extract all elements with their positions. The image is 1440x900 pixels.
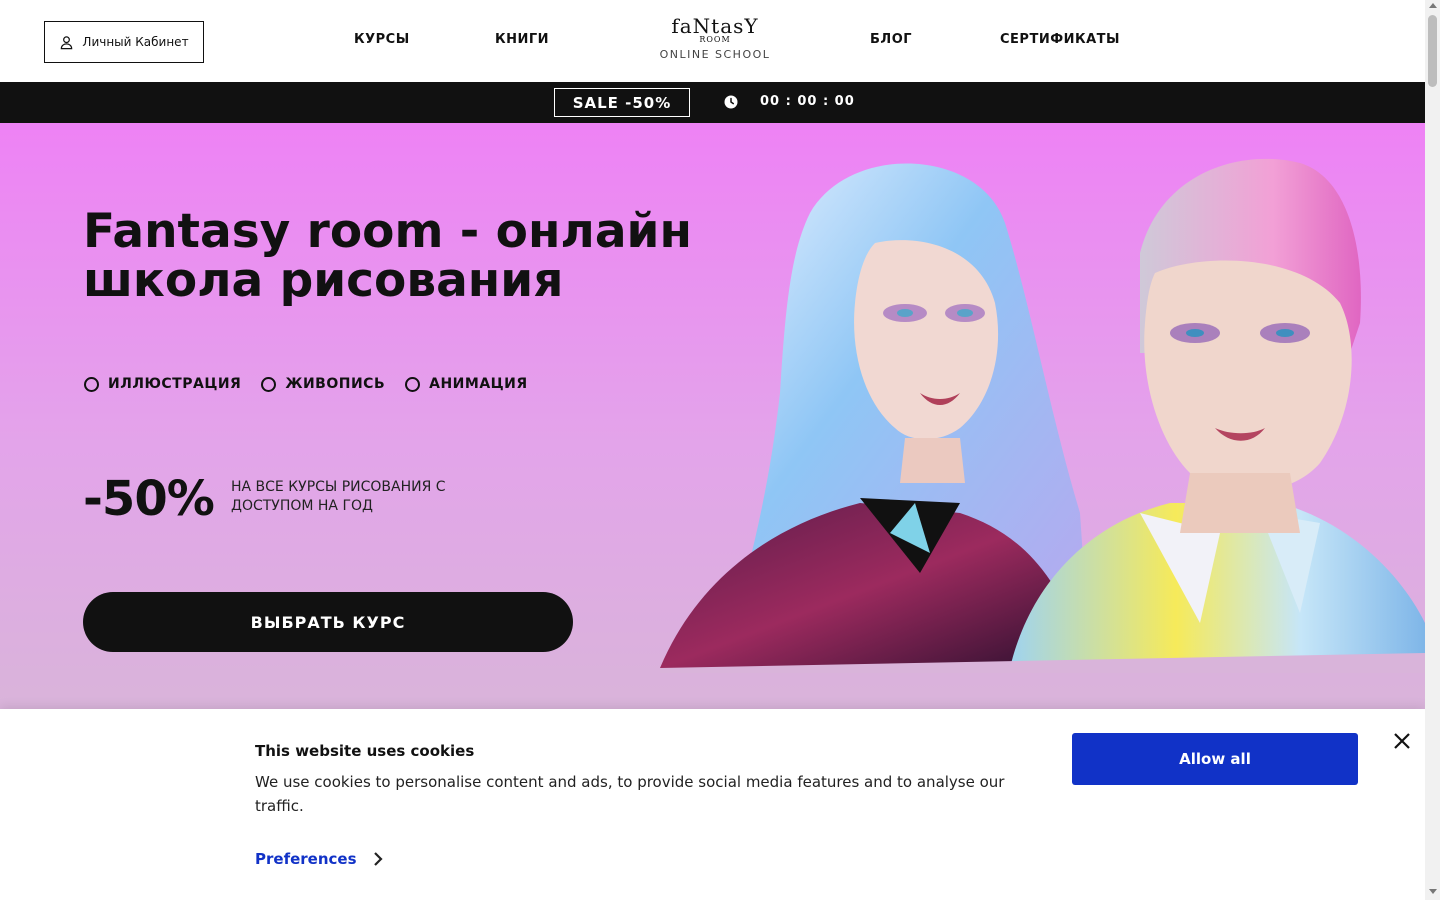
tag-painting[interactable]: ЖИВОПИСЬ <box>261 376 385 392</box>
discount-value: -50% <box>83 471 215 527</box>
tag-label: ИЛЛЮСТРАЦИЯ <box>108 376 242 392</box>
close-icon[interactable] <box>1392 731 1412 751</box>
tag-illustration[interactable]: ИЛЛЮСТРАЦИЯ <box>84 376 241 392</box>
site-header: Личный Кабинет КУРСЫ КНИГИ faNtasY ROOM … <box>0 0 1425 82</box>
nav-blog[interactable]: БЛОГ <box>870 32 912 47</box>
allow-all-button[interactable]: Allow all <box>1072 733 1358 785</box>
radio-circle-icon <box>261 376 277 392</box>
category-tags: ИЛЛЮСТРАЦИЯ ЖИВОПИСЬ АНИМАЦИЯ <box>84 376 528 392</box>
tag-animation[interactable]: АНИМАЦИЯ <box>405 376 528 392</box>
nav-certificates[interactable]: СЕРТИФИКАТЫ <box>1000 32 1120 47</box>
preferences-link[interactable]: Preferences <box>255 850 383 868</box>
cookie-banner: This website uses cookies We use cookies… <box>0 709 1425 900</box>
hero-title: Fantasy room - онлайн школа рисования <box>83 204 692 308</box>
discount-description: НА ВСЕ КУРСЫ РИСОВАНИЯ С ДОСТУПОМ НА ГОД <box>231 479 446 514</box>
account-button[interactable]: Личный Кабинет <box>44 21 204 63</box>
sale-badge[interactable]: SALE -50% <box>554 88 690 117</box>
radio-circle-icon <box>84 376 99 392</box>
tag-label: АНИМАЦИЯ <box>429 376 528 392</box>
scroll-down-arrow-icon[interactable] <box>1429 889 1437 894</box>
user-icon <box>61 35 73 49</box>
countdown-timer: 00 : 00 : 00 <box>760 94 855 109</box>
scrollbar[interactable] <box>1425 0 1440 900</box>
logo[interactable]: faNtasY ROOM ONLINE SCHOOL <box>645 16 785 68</box>
sale-bar: SALE -50% 00 : 00 : 00 <box>0 82 1425 123</box>
cookie-title: This website uses cookies <box>255 742 475 760</box>
account-label: Личный Кабинет <box>82 35 189 49</box>
clock-icon <box>724 95 738 109</box>
logo-title: faNtasY <box>671 14 759 38</box>
hero-illustration <box>660 158 1425 673</box>
nav-books[interactable]: КНИГИ <box>495 32 549 47</box>
preferences-label: Preferences <box>255 850 357 868</box>
scroll-thumb[interactable] <box>1428 15 1437 87</box>
nav-courses[interactable]: КУРСЫ <box>354 32 410 47</box>
chevron-right-icon <box>373 852 383 866</box>
tag-label: ЖИВОПИСЬ <box>285 376 386 392</box>
cookie-text: We use cookies to personalise content an… <box>255 773 1005 815</box>
choose-course-button[interactable]: ВЫБРАТЬ КУРС <box>83 592 573 652</box>
logo-sub: ROOM <box>699 35 731 44</box>
logo-school: ONLINE SCHOOL <box>659 48 771 61</box>
scroll-up-arrow-icon[interactable] <box>1429 3 1437 8</box>
radio-circle-icon <box>405 376 421 392</box>
hero-section: Fantasy room - онлайн школа рисования ИЛ… <box>0 123 1425 709</box>
